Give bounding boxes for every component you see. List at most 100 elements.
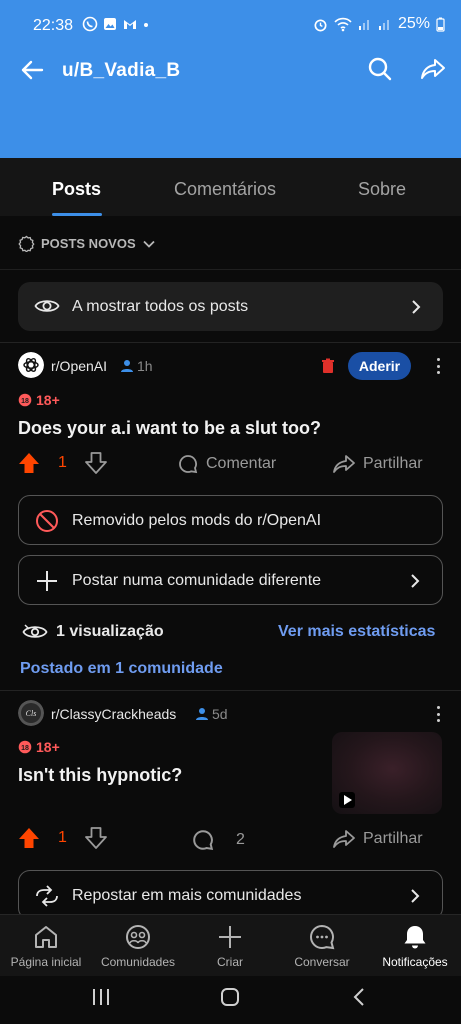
wifi-icon [334, 17, 352, 31]
nsfw-icon: 18 [18, 740, 32, 754]
post-community[interactable]: r/OpenAI [51, 358, 107, 374]
gmail-icon [124, 20, 136, 29]
upvote-icon[interactable] [18, 827, 40, 849]
crosspost-label: Postar numa comunidade diferente [72, 572, 322, 589]
svg-text:18: 18 [21, 398, 29, 405]
post-age: 5d [195, 706, 228, 722]
community-avatar-icon[interactable]: Cls [18, 700, 44, 726]
trash-icon[interactable] [321, 358, 335, 374]
home-button-icon[interactable] [220, 987, 240, 1007]
plus-icon [37, 571, 57, 591]
share-arrow-icon [333, 455, 355, 473]
new-sort-icon [18, 235, 35, 252]
status-notification-icons [82, 16, 150, 32]
show-all-posts-label: A mostrar todos os posts [72, 298, 249, 315]
views-count: 1 visualização [56, 623, 164, 640]
dot-icon [144, 23, 148, 27]
sort-bar: POSTS NOVOS [0, 216, 461, 270]
search-icon[interactable] [367, 56, 393, 82]
video-thumbnail[interactable] [332, 732, 442, 814]
signal-icon-2 [378, 20, 389, 30]
repost-icon [36, 885, 58, 907]
upvote-icon[interactable] [18, 452, 40, 474]
profile-tabs: Posts Comentários Sobre [0, 158, 461, 216]
openai-avatar-icon[interactable] [18, 352, 44, 378]
join-button[interactable]: Aderir [348, 352, 411, 380]
post-title[interactable]: Isn't this hypnotic? [18, 765, 182, 786]
tab-comments[interactable]: Comentários [174, 179, 276, 200]
gallery-icon [104, 18, 116, 30]
show-all-posts-row[interactable]: A mostrar todos os posts [18, 282, 443, 331]
vote-controls: 1 [18, 827, 107, 849]
tab-about[interactable]: Sobre [358, 179, 406, 200]
nav-chat[interactable]: Conversar [276, 923, 368, 969]
whatsapp-icon [82, 16, 98, 32]
downvote-icon[interactable] [85, 827, 107, 849]
post-age: 1h [120, 358, 153, 374]
nav-home-label: Página inicial [10, 955, 82, 969]
divider [0, 690, 461, 691]
page-title: u/B_Vadia_B [62, 60, 181, 81]
bell-icon [404, 926, 426, 949]
share-label: Partilhar [363, 830, 423, 847]
alarm-icon [314, 18, 327, 31]
more-stats-link[interactable]: Ver mais estatísticas [278, 623, 435, 641]
share-button[interactable]: Partilhar [333, 829, 423, 849]
nsfw-label: 18+ [36, 739, 60, 755]
post-title[interactable]: Does your a.i want to be a slut too? [18, 418, 321, 439]
removed-notice: Removido pelos mods do r/OpenAI [18, 495, 443, 545]
eye-icon [34, 300, 60, 312]
user-icon [196, 708, 208, 720]
nav-communities-label: Comunidades [100, 955, 176, 969]
ban-icon [36, 510, 58, 532]
comment-icon [179, 455, 198, 474]
svg-text:Cls: Cls [26, 709, 37, 718]
removed-label: Removido pelos mods do r/OpenAI [72, 512, 322, 529]
nav-create[interactable]: Criar [184, 923, 276, 969]
status-bar: 22:38 25% [0, 0, 461, 52]
posted-in-communities[interactable]: Postado em 1 comunidade [20, 660, 223, 678]
back-arrow-icon[interactable] [18, 56, 46, 84]
user-icon [121, 360, 133, 372]
share-button[interactable]: Partilhar [333, 454, 423, 474]
nsfw-badge: 18 18+ [18, 392, 60, 408]
repost-label: Repostar em mais comunidades [72, 887, 302, 904]
home-icon [35, 926, 57, 948]
bottom-navigation: Página inicial Comunidades Criar Convers… [0, 914, 461, 976]
crosspost-row[interactable]: Postar numa comunidade diferente [18, 555, 443, 605]
nav-chat-label: Conversar [294, 955, 350, 969]
post-age-text: 5d [212, 706, 228, 722]
nav-notifications[interactable]: Notificações [369, 923, 461, 969]
nsfw-badge: 18 18+ [18, 739, 60, 755]
system-back-icon[interactable] [352, 987, 366, 1007]
comment-count: 2 [236, 831, 245, 848]
chevron-right-icon [411, 574, 420, 588]
downvote-icon[interactable] [85, 452, 107, 474]
repost-row[interactable]: Repostar em mais comunidades [18, 870, 443, 920]
comment-button[interactable]: Comentar [178, 454, 276, 474]
recent-apps-icon[interactable] [91, 987, 111, 1007]
plus-icon [219, 926, 241, 948]
more-options-icon[interactable] [435, 358, 441, 374]
profile-header: u/B_Vadia_B [0, 52, 461, 158]
svg-text:18: 18 [21, 745, 29, 752]
sort-label: POSTS NOVOS [41, 236, 136, 251]
nav-home[interactable]: Página inicial [0, 923, 92, 969]
divider [0, 342, 461, 343]
post-age-text: 1h [137, 358, 153, 374]
nav-notifications-label: Notificações [382, 955, 448, 969]
comment-button[interactable]: 2 [192, 829, 245, 851]
sort-dropdown[interactable]: POSTS NOVOS [18, 235, 156, 252]
share-icon[interactable] [420, 56, 446, 82]
chat-icon [310, 924, 335, 950]
vote-controls: 1 [18, 452, 107, 474]
chevron-down-icon [143, 240, 155, 248]
communities-icon [126, 925, 150, 949]
post-community[interactable]: r/ClassyCrackheads [51, 706, 176, 722]
nsfw-label: 18+ [36, 392, 60, 408]
nav-communities[interactable]: Comunidades [92, 923, 184, 969]
views-icon [22, 624, 48, 638]
comment-icon [193, 830, 214, 850]
tab-posts[interactable]: Posts [52, 179, 101, 200]
more-options-icon[interactable] [435, 706, 441, 722]
